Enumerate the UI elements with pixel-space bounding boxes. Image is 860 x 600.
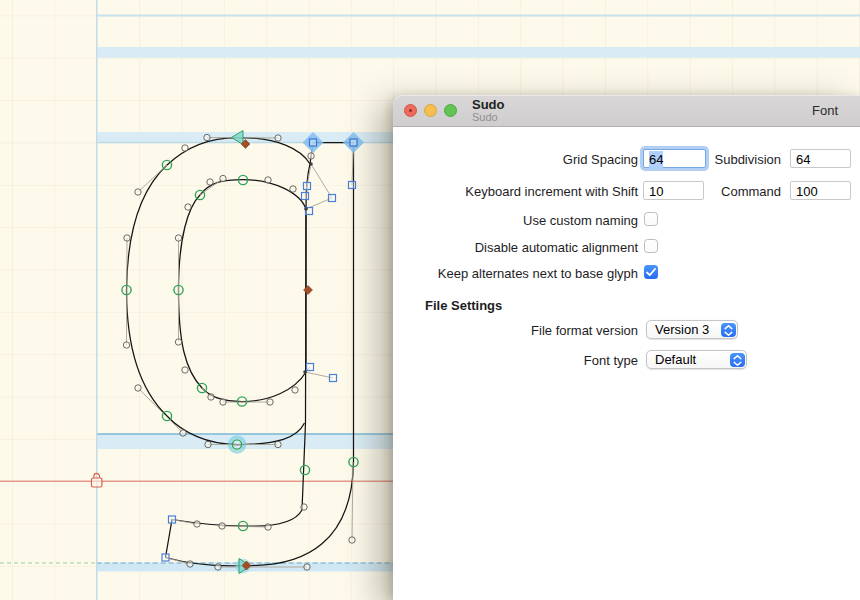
file-format-version-popup[interactable]: Version 3: [646, 320, 738, 339]
disable-auto-alignment-label: Disable automatic alignment: [475, 240, 638, 255]
tab-font[interactable]: Font: [812, 95, 838, 126]
subdivision-input[interactable]: 64: [790, 149, 851, 168]
glyphs-app: Sudo Sudo Font Grid Spacing 64 Subdivisi…: [0, 0, 860, 600]
stepper-icon: [721, 323, 736, 337]
keep-alternates-label: Keep alternates next to base glyph: [438, 266, 638, 281]
grid-spacing-label: Grid Spacing: [563, 152, 638, 167]
file-format-version-label: File format version: [531, 323, 638, 338]
font-info-window: Sudo Sudo Font Grid Spacing 64 Subdivisi…: [393, 95, 860, 600]
keyboard-increment-label: Keyboard increment with Shift: [465, 184, 638, 199]
window-title: Sudo: [472, 97, 505, 112]
command-input[interactable]: 100: [790, 181, 851, 200]
use-custom-naming-checkbox[interactable]: [644, 212, 658, 226]
keep-alternates-checkbox[interactable]: [644, 265, 658, 279]
close-button[interactable]: [404, 104, 417, 117]
font-settings-panel: Grid Spacing 64 Subdivision 64 Keyboard …: [393, 127, 860, 600]
keyboard-increment-input[interactable]: 10: [643, 181, 704, 200]
window-subtitle: Sudo: [472, 111, 498, 124]
file-settings-header: File Settings: [425, 298, 502, 313]
font-type-popup[interactable]: Default: [646, 350, 747, 369]
zoom-button[interactable]: [444, 104, 457, 117]
grid-spacing-input[interactable]: 64: [643, 149, 706, 168]
font-type-label: Font type: [584, 353, 638, 368]
window-titlebar[interactable]: Sudo Sudo Font: [393, 95, 860, 127]
checkmark-icon: [646, 268, 656, 277]
minimize-button[interactable]: [424, 104, 437, 117]
subdivision-label: Subdivision: [715, 152, 782, 167]
use-custom-naming-label: Use custom naming: [523, 213, 638, 228]
disable-auto-alignment-checkbox[interactable]: [644, 239, 658, 253]
command-label: Command: [721, 184, 781, 199]
stepper-icon: [730, 353, 745, 367]
